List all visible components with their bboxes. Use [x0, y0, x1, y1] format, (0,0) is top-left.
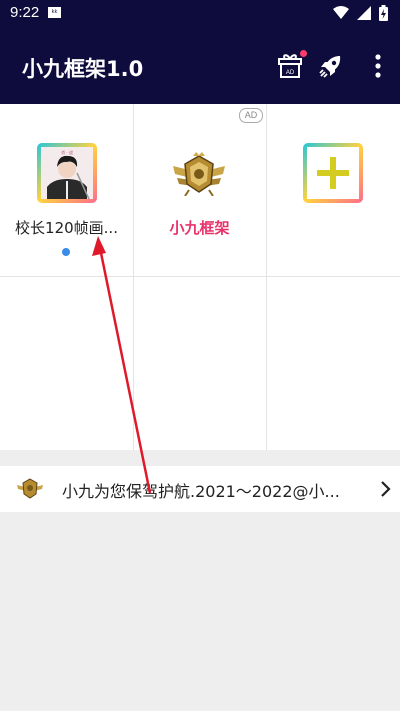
grid-empty-slot	[266, 277, 399, 450]
more-options-button[interactable]	[362, 50, 394, 82]
ad-badge: AD	[239, 108, 263, 123]
rocket-icon	[319, 56, 341, 78]
gift-notification-dot	[300, 50, 307, 57]
gift-icon: AD	[278, 54, 302, 78]
wifi-icon	[333, 6, 349, 19]
app-avatar-icon: 肖 · 战	[37, 143, 97, 203]
crest-emblem-icon	[173, 152, 225, 196]
add-app-button[interactable]	[266, 104, 399, 276]
grid-item-app-1[interactable]: 肖 · 战 校长120帧画...	[0, 104, 133, 276]
status-bar: 9:22 kk	[0, 0, 400, 26]
grid-empty-slot	[133, 277, 266, 450]
grid-item-app-2[interactable]: AD 小九框架	[133, 104, 266, 276]
app-grid: 肖 · 战 校长120帧画... AD 小九框架	[0, 104, 400, 450]
app-label: 小九框架	[169, 219, 230, 237]
app-title: 小九框架1.0	[22, 57, 144, 81]
rocket-button[interactable]	[315, 50, 347, 82]
status-time: 9:22	[10, 4, 40, 21]
gift-ad-button[interactable]: AD	[274, 50, 307, 82]
chevron-right-icon	[381, 481, 391, 497]
app-label: 校长120帧画...	[15, 219, 118, 237]
app-bar: 小九框架1.0 AD	[0, 26, 400, 104]
avatar-caption: 肖 · 战	[61, 149, 73, 155]
crest-emblem-icon	[17, 478, 43, 499]
more-vert-icon	[375, 54, 381, 78]
status-icons	[333, 4, 388, 22]
active-indicator-dot	[62, 248, 70, 256]
grid-empty-slot	[0, 277, 133, 450]
announcement-banner[interactable]: 小九为您保驾护航.2021～2022@小...	[0, 466, 400, 512]
signal-icon	[357, 6, 371, 20]
gift-ad-text: AD	[286, 70, 295, 76]
battery-charging-icon	[379, 5, 388, 21]
add-icon	[303, 143, 363, 203]
notification-icon: kk	[48, 7, 61, 18]
banner-text: 小九为您保驾护航.2021～2022@小...	[62, 482, 340, 501]
